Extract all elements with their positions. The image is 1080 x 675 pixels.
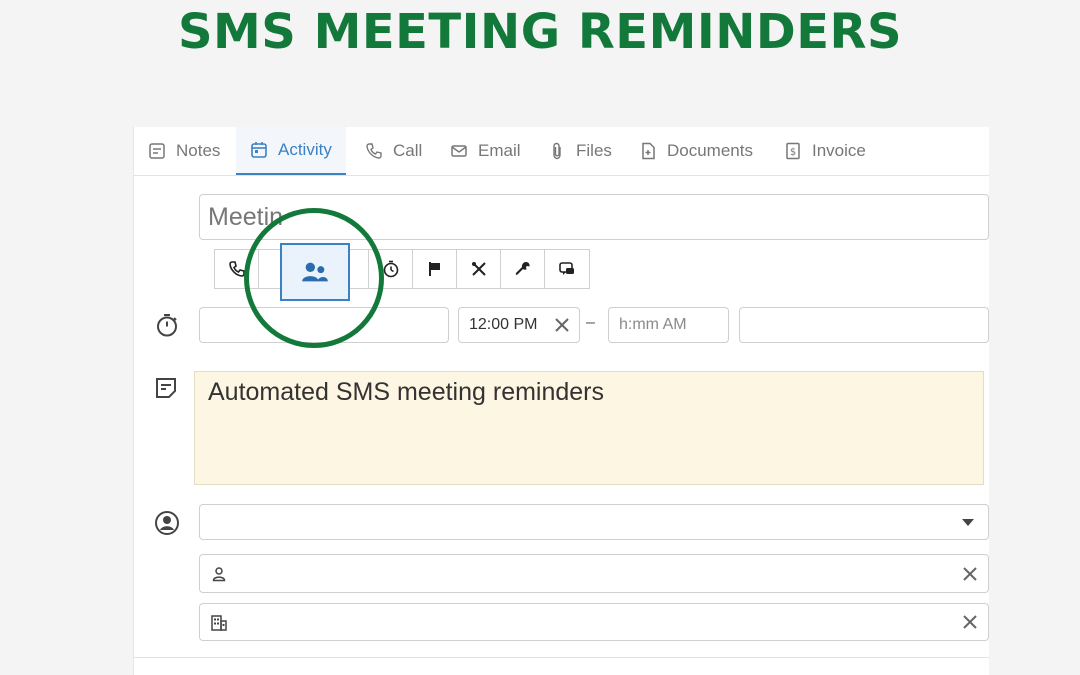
end-date-input[interactable] <box>739 307 989 343</box>
clear-person-icon[interactable] <box>962 566 978 582</box>
page-title: SMS MEETING REMINDERS <box>177 4 903 60</box>
type-chat-button[interactable] <box>545 250 589 288</box>
building-icon <box>210 614 228 632</box>
start-time-input[interactable]: 12:00 PM <box>458 307 580 343</box>
description-textarea[interactable]: Automated SMS meeting reminders <box>194 371 984 485</box>
type-lunch-button[interactable] <box>457 250 501 288</box>
user-circle-icon <box>154 510 180 536</box>
tab-label: Activity <box>278 140 332 159</box>
clear-time-icon[interactable] <box>554 317 570 333</box>
calendar-icon <box>251 142 267 158</box>
phone-icon <box>228 261 245 277</box>
tab-invoice[interactable]: $ Invoice <box>784 127 866 175</box>
wrench-icon <box>515 262 530 275</box>
stopwatch-icon <box>154 312 180 338</box>
tab-bar: Notes Activity Call Email Files Document… <box>134 127 989 176</box>
card-divider <box>134 657 989 658</box>
utensils-icon <box>471 262 486 276</box>
tab-files[interactable]: Files <box>548 127 612 175</box>
note-icon <box>154 376 178 400</box>
chevron-down-icon[interactable] <box>962 519 974 526</box>
description-text: Automated SMS meeting reminders <box>208 378 605 406</box>
stopwatch-icon <box>383 260 398 278</box>
time-separator: – <box>586 314 595 331</box>
tab-label: Documents <box>667 141 753 160</box>
end-time-input[interactable]: h:mm AM <box>608 307 729 343</box>
tab-label: Invoice <box>812 141 866 160</box>
person-icon <box>211 566 227 582</box>
organization-input[interactable] <box>199 603 989 641</box>
tab-label: Files <box>576 141 612 160</box>
tab-activity[interactable]: Activity <box>236 127 346 175</box>
chat-icon <box>559 262 574 275</box>
phone-icon <box>366 143 382 159</box>
document-icon <box>642 142 655 160</box>
tab-notes[interactable]: Notes <box>148 127 220 175</box>
person-input[interactable] <box>199 554 989 593</box>
tab-call[interactable]: Call <box>365 127 422 175</box>
tab-email[interactable]: Email <box>450 127 521 175</box>
envelope-icon <box>451 145 467 157</box>
tab-documents[interactable]: Documents <box>639 127 753 175</box>
flag-icon <box>428 262 440 276</box>
start-time-value: 12:00 PM <box>469 316 538 333</box>
activity-card: Notes Activity Call Email Files Document… <box>133 127 989 675</box>
tab-label: Email <box>478 141 521 160</box>
owner-select[interactable] <box>199 504 989 540</box>
tab-label: Notes <box>176 141 221 160</box>
notes-icon <box>149 143 165 159</box>
tab-label: Call <box>393 141 423 160</box>
paperclip-icon <box>553 142 561 160</box>
type-task-button[interactable] <box>501 250 545 288</box>
end-time-placeholder: h:mm AM <box>619 316 687 333</box>
type-flag-button[interactable] <box>413 250 457 288</box>
invoice-icon: $ <box>786 142 800 160</box>
highlight-circle <box>244 208 384 348</box>
clear-organization-icon[interactable] <box>962 614 978 630</box>
svg-text:$: $ <box>790 147 796 158</box>
